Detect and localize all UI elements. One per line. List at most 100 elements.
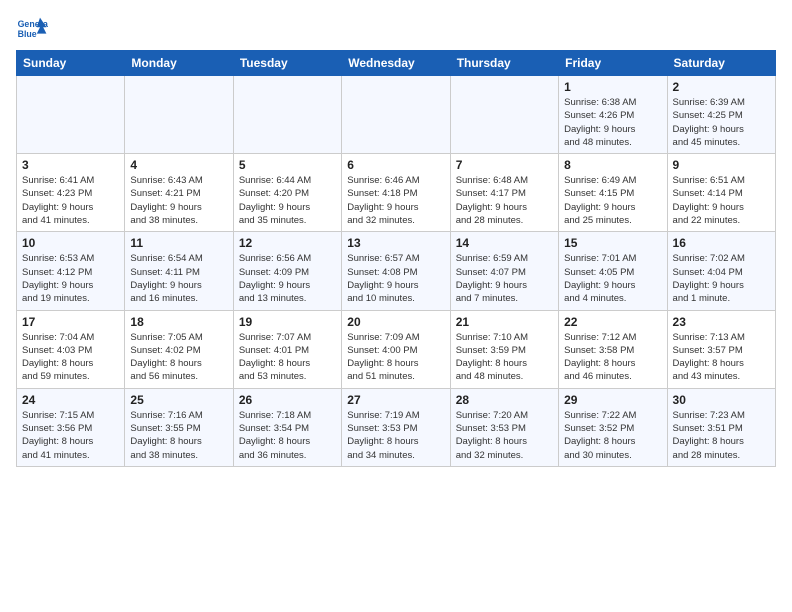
calendar-cell: 6 Sunrise: 6:46 AM Sunset: 4:18 PM Daylig… bbox=[342, 154, 450, 232]
calendar-week-2: 3 Sunrise: 6:41 AM Sunset: 4:23 PM Daylig… bbox=[17, 154, 776, 232]
calendar-cell: 8Sunrise: 6:49 AM Sunset: 4:15 PM Daylig… bbox=[559, 154, 667, 232]
day-info: Sunrise: 7:09 AM Sunset: 4:00 PM Dayligh… bbox=[347, 331, 444, 384]
day-info: Sunrise: 6:39 AM Sunset: 4:25 PM Dayligh… bbox=[673, 96, 770, 149]
calendar-cell: 25Sunrise: 7:16 AM Sunset: 3:55 PM Dayli… bbox=[125, 388, 233, 466]
day-info: Sunrise: 7:20 AM Sunset: 3:53 PM Dayligh… bbox=[456, 409, 553, 462]
weekday-header-friday: Friday bbox=[559, 51, 667, 76]
calendar-cell: 17 Sunrise: 7:04 AM Sunset: 4:03 PM Dayli… bbox=[17, 310, 125, 388]
day-number: 7 bbox=[456, 158, 553, 172]
calendar-cell: 13 Sunrise: 6:57 AM Sunset: 4:08 PM Dayli… bbox=[342, 232, 450, 310]
day-info: Sunrise: 6:54 AM Sunset: 4:11 PM Dayligh… bbox=[130, 252, 227, 305]
calendar-cell: 11 Sunrise: 6:54 AM Sunset: 4:11 PM Dayli… bbox=[125, 232, 233, 310]
calendar-cell bbox=[17, 76, 125, 154]
day-info: Sunrise: 6:41 AM Sunset: 4:23 PM Dayligh… bbox=[22, 174, 119, 227]
day-info: Sunrise: 6:53 AM Sunset: 4:12 PM Dayligh… bbox=[22, 252, 119, 305]
day-number: 4 bbox=[130, 158, 227, 172]
weekday-header-row: SundayMondayTuesdayWednesdayThursdayFrid… bbox=[17, 51, 776, 76]
calendar-week-3: 10 Sunrise: 6:53 AM Sunset: 4:12 PM Dayli… bbox=[17, 232, 776, 310]
calendar-body: 1 Sunrise: 6:38 AM Sunset: 4:26 PM Daylig… bbox=[17, 76, 776, 467]
day-info: Sunrise: 6:57 AM Sunset: 4:08 PM Dayligh… bbox=[347, 252, 444, 305]
weekday-header-wednesday: Wednesday bbox=[342, 51, 450, 76]
calendar-week-1: 1 Sunrise: 6:38 AM Sunset: 4:26 PM Daylig… bbox=[17, 76, 776, 154]
day-number: 3 bbox=[22, 158, 119, 172]
calendar-cell: 15 Sunrise: 7:01 AM Sunset: 4:05 PM Dayli… bbox=[559, 232, 667, 310]
weekday-header-thursday: Thursday bbox=[450, 51, 558, 76]
calendar-header: SundayMondayTuesdayWednesdayThursdayFrid… bbox=[17, 51, 776, 76]
weekday-header-tuesday: Tuesday bbox=[233, 51, 341, 76]
day-info: Sunrise: 7:05 AM Sunset: 4:02 PM Dayligh… bbox=[130, 331, 227, 384]
day-number: 28 bbox=[456, 393, 553, 407]
day-number: 8 bbox=[564, 158, 661, 172]
day-info: Sunrise: 7:13 AM Sunset: 3:57 PM Dayligh… bbox=[673, 331, 770, 384]
calendar-cell: 27 Sunrise: 7:19 AM Sunset: 3:53 PM Dayli… bbox=[342, 388, 450, 466]
day-number: 16 bbox=[673, 236, 770, 250]
calendar-cell: 20Sunrise: 7:09 AM Sunset: 4:00 PM Dayli… bbox=[342, 310, 450, 388]
calendar-cell: 9Sunrise: 6:51 AM Sunset: 4:14 PM Daylig… bbox=[667, 154, 775, 232]
weekday-header-sunday: Sunday bbox=[17, 51, 125, 76]
day-number: 24 bbox=[22, 393, 119, 407]
day-info: Sunrise: 7:10 AM Sunset: 3:59 PM Dayligh… bbox=[456, 331, 553, 384]
day-number: 18 bbox=[130, 315, 227, 329]
calendar-cell: 4 Sunrise: 6:43 AM Sunset: 4:21 PM Daylig… bbox=[125, 154, 233, 232]
day-number: 25 bbox=[130, 393, 227, 407]
calendar-cell: 18 Sunrise: 7:05 AM Sunset: 4:02 PM Dayli… bbox=[125, 310, 233, 388]
day-info: Sunrise: 7:07 AM Sunset: 4:01 PM Dayligh… bbox=[239, 331, 336, 384]
day-number: 1 bbox=[564, 80, 661, 94]
day-number: 15 bbox=[564, 236, 661, 250]
calendar-cell: 29Sunrise: 7:22 AM Sunset: 3:52 PM Dayli… bbox=[559, 388, 667, 466]
day-info: Sunrise: 7:12 AM Sunset: 3:58 PM Dayligh… bbox=[564, 331, 661, 384]
calendar-cell bbox=[125, 76, 233, 154]
day-number: 22 bbox=[564, 315, 661, 329]
day-number: 6 bbox=[347, 158, 444, 172]
day-info: Sunrise: 7:04 AM Sunset: 4:03 PM Dayligh… bbox=[22, 331, 119, 384]
day-info: Sunrise: 7:19 AM Sunset: 3:53 PM Dayligh… bbox=[347, 409, 444, 462]
calendar-cell: 10 Sunrise: 6:53 AM Sunset: 4:12 PM Dayli… bbox=[17, 232, 125, 310]
calendar-cell: 14 Sunrise: 6:59 AM Sunset: 4:07 PM Dayli… bbox=[450, 232, 558, 310]
day-info: Sunrise: 7:18 AM Sunset: 3:54 PM Dayligh… bbox=[239, 409, 336, 462]
calendar-cell bbox=[342, 76, 450, 154]
day-number: 12 bbox=[239, 236, 336, 250]
day-info: Sunrise: 6:38 AM Sunset: 4:26 PM Dayligh… bbox=[564, 96, 661, 149]
calendar-cell bbox=[233, 76, 341, 154]
calendar-cell bbox=[450, 76, 558, 154]
calendar-cell: 5Sunrise: 6:44 AM Sunset: 4:20 PM Daylig… bbox=[233, 154, 341, 232]
calendar-week-4: 17 Sunrise: 7:04 AM Sunset: 4:03 PM Dayli… bbox=[17, 310, 776, 388]
calendar-week-5: 24 Sunrise: 7:15 AM Sunset: 3:56 PM Dayli… bbox=[17, 388, 776, 466]
day-number: 21 bbox=[456, 315, 553, 329]
svg-text:Blue: Blue bbox=[18, 29, 37, 39]
logo-icon: General Blue bbox=[16, 16, 48, 44]
day-number: 14 bbox=[456, 236, 553, 250]
page: General Blue SundayMondayTuesdayWednesda… bbox=[0, 0, 792, 477]
calendar-cell: 16Sunrise: 7:02 AM Sunset: 4:04 PM Dayli… bbox=[667, 232, 775, 310]
calendar-cell: 19 Sunrise: 7:07 AM Sunset: 4:01 PM Dayli… bbox=[233, 310, 341, 388]
calendar-cell: 24 Sunrise: 7:15 AM Sunset: 3:56 PM Dayli… bbox=[17, 388, 125, 466]
day-info: Sunrise: 6:51 AM Sunset: 4:14 PM Dayligh… bbox=[673, 174, 770, 227]
day-number: 11 bbox=[130, 236, 227, 250]
day-number: 10 bbox=[22, 236, 119, 250]
calendar-cell: 30Sunrise: 7:23 AM Sunset: 3:51 PM Dayli… bbox=[667, 388, 775, 466]
day-info: Sunrise: 6:44 AM Sunset: 4:20 PM Dayligh… bbox=[239, 174, 336, 227]
weekday-header-monday: Monday bbox=[125, 51, 233, 76]
day-info: Sunrise: 6:46 AM Sunset: 4:18 PM Dayligh… bbox=[347, 174, 444, 227]
day-number: 17 bbox=[22, 315, 119, 329]
calendar-cell: 22 Sunrise: 7:12 AM Sunset: 3:58 PM Dayli… bbox=[559, 310, 667, 388]
calendar-cell: 3 Sunrise: 6:41 AM Sunset: 4:23 PM Daylig… bbox=[17, 154, 125, 232]
calendar-cell: 21 Sunrise: 7:10 AM Sunset: 3:59 PM Dayli… bbox=[450, 310, 558, 388]
calendar-cell: 1 Sunrise: 6:38 AM Sunset: 4:26 PM Daylig… bbox=[559, 76, 667, 154]
day-info: Sunrise: 6:59 AM Sunset: 4:07 PM Dayligh… bbox=[456, 252, 553, 305]
calendar-cell: 28 Sunrise: 7:20 AM Sunset: 3:53 PM Dayli… bbox=[450, 388, 558, 466]
calendar-cell: 7 Sunrise: 6:48 AM Sunset: 4:17 PM Daylig… bbox=[450, 154, 558, 232]
day-number: 27 bbox=[347, 393, 444, 407]
day-number: 19 bbox=[239, 315, 336, 329]
calendar-table: SundayMondayTuesdayWednesdayThursdayFrid… bbox=[16, 50, 776, 467]
day-info: Sunrise: 7:01 AM Sunset: 4:05 PM Dayligh… bbox=[564, 252, 661, 305]
day-info: Sunrise: 7:15 AM Sunset: 3:56 PM Dayligh… bbox=[22, 409, 119, 462]
calendar-cell: 23Sunrise: 7:13 AM Sunset: 3:57 PM Dayli… bbox=[667, 310, 775, 388]
header: General Blue bbox=[16, 16, 776, 44]
day-info: Sunrise: 6:48 AM Sunset: 4:17 PM Dayligh… bbox=[456, 174, 553, 227]
day-number: 2 bbox=[673, 80, 770, 94]
weekday-header-saturday: Saturday bbox=[667, 51, 775, 76]
day-number: 13 bbox=[347, 236, 444, 250]
day-info: Sunrise: 7:23 AM Sunset: 3:51 PM Dayligh… bbox=[673, 409, 770, 462]
day-info: Sunrise: 6:43 AM Sunset: 4:21 PM Dayligh… bbox=[130, 174, 227, 227]
